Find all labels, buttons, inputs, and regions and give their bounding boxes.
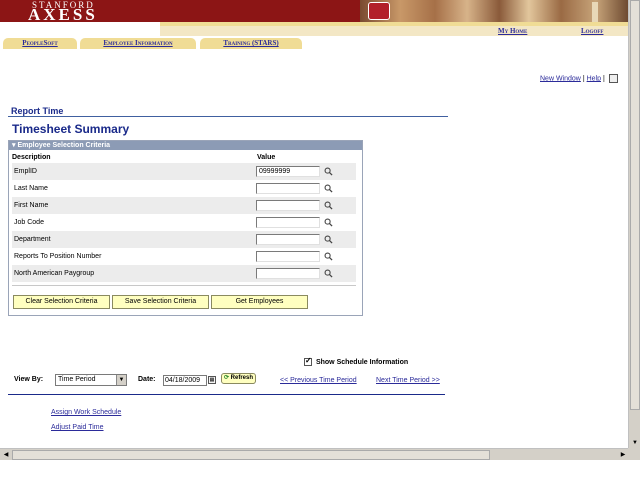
print-icon[interactable] xyxy=(608,74,618,83)
criteria-label: Reports To Position Number xyxy=(14,253,102,260)
reports-to-position-input[interactable] xyxy=(256,251,320,262)
horizontal-scrollbar[interactable]: ◀ ▶ xyxy=(0,448,628,460)
lookup-icon[interactable] xyxy=(324,201,333,210)
panel-header[interactable]: ▾ Employee Selection Criteria xyxy=(9,141,362,150)
next-time-period-link[interactable]: Next Time Period >> xyxy=(376,377,440,384)
my-home-link[interactable]: My Home xyxy=(498,27,527,35)
grid-header: Description Value xyxy=(12,153,356,163)
lookup-icon[interactable] xyxy=(324,269,333,278)
save-criteria-button[interactable]: Save Selection Criteria xyxy=(112,295,209,309)
campus-photo xyxy=(360,0,628,22)
link-separator: | xyxy=(602,75,605,83)
scroll-right-icon[interactable]: ▶ xyxy=(618,450,628,460)
scroll-left-icon[interactable]: ◀ xyxy=(1,450,11,460)
chevron-down-icon[interactable]: ▼ xyxy=(116,375,126,385)
criteria-row-paygroup: North American Paygroup xyxy=(12,265,356,282)
last-name-input[interactable] xyxy=(256,183,320,194)
department-input[interactable] xyxy=(256,234,320,245)
breadcrumb: Report Time xyxy=(11,106,64,116)
view-by-select[interactable]: Time Period ▼ xyxy=(55,374,127,386)
column-header-value: Value xyxy=(257,154,276,161)
criteria-grid: Description Value EmplID 09999999 Last N… xyxy=(12,153,356,282)
help-link[interactable]: Help xyxy=(587,75,601,82)
lookup-icon[interactable] xyxy=(324,252,333,261)
criteria-row-emplid: EmplID 09999999 xyxy=(12,163,356,180)
section-divider xyxy=(8,394,445,395)
get-employees-button[interactable]: Get Employees xyxy=(211,295,308,309)
tab-employee-information[interactable]: Employee Information xyxy=(80,38,196,49)
clear-criteria-button[interactable]: Clear Selection Criteria xyxy=(13,295,110,309)
hoover-tower-icon xyxy=(592,2,598,22)
tab-peoplesoft[interactable]: PeopleSoft xyxy=(3,38,77,49)
view-by-label: View By: xyxy=(14,376,44,383)
vertical-scrollbar[interactable]: ▼ xyxy=(628,0,640,450)
previous-time-period-link[interactable]: << Previous Time Period xyxy=(280,377,357,384)
collapse-icon[interactable]: ▾ xyxy=(12,142,16,149)
adjust-paid-time-link[interactable]: Adjust Paid Time xyxy=(51,424,104,431)
criteria-label: Job Code xyxy=(14,219,44,226)
lookup-icon[interactable] xyxy=(324,184,333,193)
employee-selection-panel: ▾ Employee Selection Criteria Descriptio… xyxy=(8,140,363,316)
refresh-icon: ⟳ xyxy=(223,375,229,381)
stanford-seal-icon xyxy=(368,2,390,20)
refresh-label: Refresh xyxy=(230,375,254,381)
page-utility-links: New Window | Help | xyxy=(540,74,618,83)
new-window-link[interactable]: New Window xyxy=(540,75,581,82)
lookup-icon[interactable] xyxy=(324,235,333,244)
lookup-icon[interactable] xyxy=(324,218,333,227)
page-title: Timesheet Summary xyxy=(12,122,130,136)
criteria-label: First Name xyxy=(14,202,49,209)
panel-header-label: Employee Selection Criteria xyxy=(17,142,111,149)
breadcrumb-divider xyxy=(8,116,448,117)
criteria-row-first-name: First Name xyxy=(12,197,356,214)
date-input[interactable]: 04/18/2009 xyxy=(163,375,207,386)
emplid-input[interactable]: 09999999 xyxy=(256,166,320,177)
refresh-button[interactable]: ⟳ Refresh xyxy=(221,373,256,384)
show-schedule-option: Show Schedule Information xyxy=(304,356,409,366)
show-schedule-label: Show Schedule Information xyxy=(315,358,409,366)
vertical-scroll-thumb[interactable] xyxy=(630,0,640,410)
main-nav: PeopleSoft Employee Information Training… xyxy=(0,38,628,49)
criteria-label: North American Paygroup xyxy=(14,270,95,277)
criteria-label: Department xyxy=(14,236,51,243)
criteria-label: EmplID xyxy=(14,168,37,175)
tab-training-stars[interactable]: Training (STARS) xyxy=(200,38,302,49)
criteria-row-job-code: Job Code xyxy=(12,214,356,231)
scrollbar-corner xyxy=(628,448,640,460)
view-by-value: Time Period xyxy=(58,376,96,383)
column-header-description: Description xyxy=(12,154,51,161)
criteria-row-reports-to: Reports To Position Number xyxy=(12,248,356,265)
assign-work-schedule-link[interactable]: Assign Work Schedule xyxy=(51,409,121,416)
lookup-icon[interactable] xyxy=(324,167,333,176)
logo-axess-text: AXESS xyxy=(28,5,98,22)
criteria-label: Last Name xyxy=(14,185,48,192)
job-code-input[interactable] xyxy=(256,217,320,228)
criteria-row-last-name: Last Name xyxy=(12,180,356,197)
criteria-row-department: Department xyxy=(12,231,356,248)
first-name-input[interactable] xyxy=(256,200,320,211)
scroll-down-icon[interactable]: ▼ xyxy=(630,438,640,448)
show-schedule-checkbox[interactable] xyxy=(304,356,312,366)
link-separator: | xyxy=(582,75,585,83)
grid-divider xyxy=(12,285,356,286)
horizontal-scroll-thumb[interactable] xyxy=(12,450,490,460)
header-banner: STANFORD AXESS xyxy=(0,0,628,22)
logoff-link[interactable]: Logoff xyxy=(581,27,603,35)
calendar-icon[interactable]: ▦ xyxy=(208,376,216,384)
utility-bar xyxy=(0,26,628,38)
paygroup-input[interactable] xyxy=(256,268,320,279)
date-label: Date: xyxy=(138,376,156,383)
